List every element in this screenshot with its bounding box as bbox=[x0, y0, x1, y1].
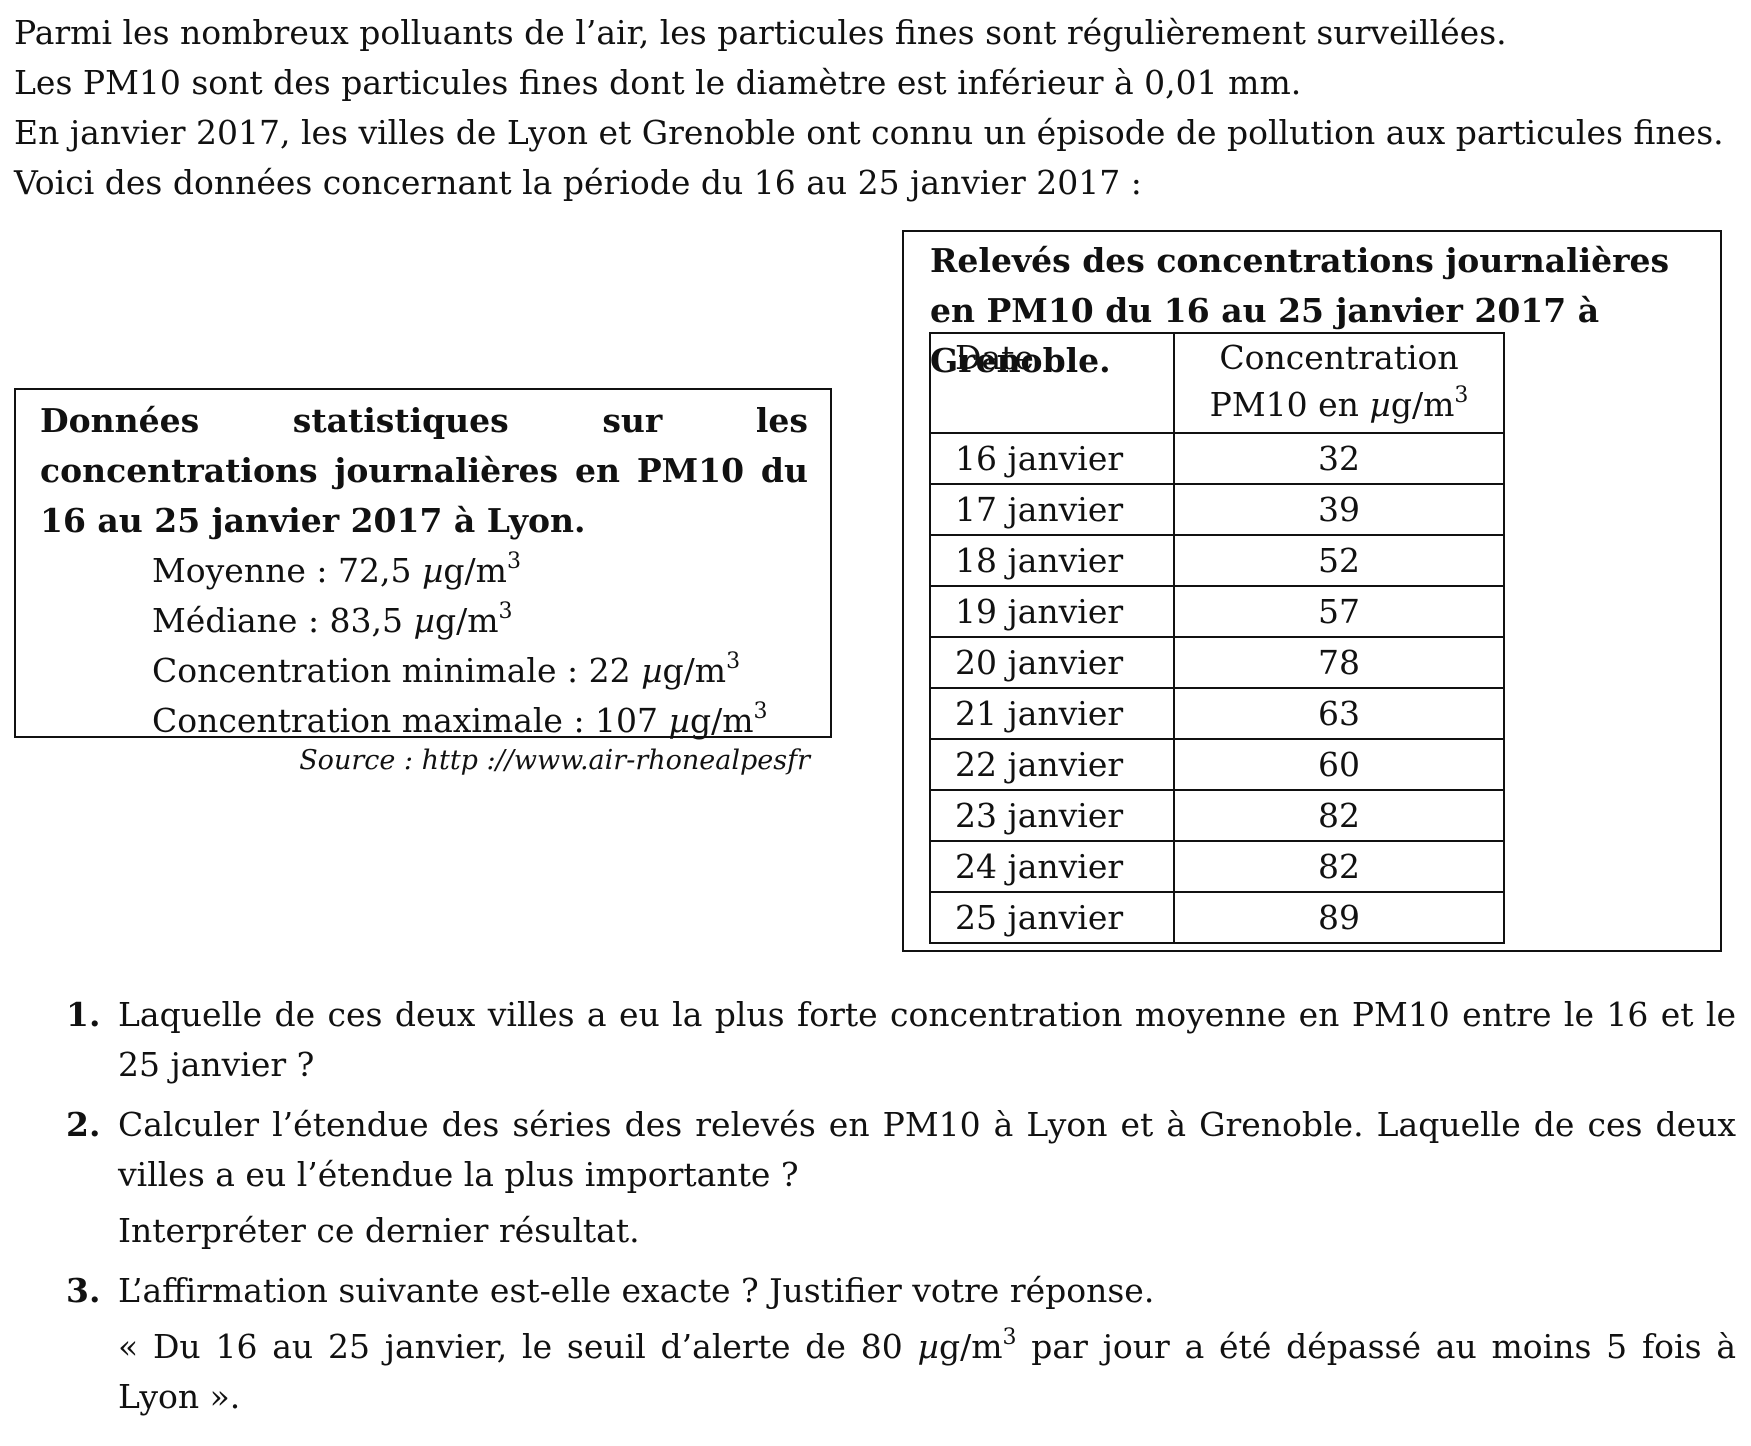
quote-text: « Du 16 au 25 janvier, le seuil d’alerte… bbox=[118, 1327, 918, 1366]
question-followup: Interpréter ce dernier résultat. bbox=[118, 1211, 640, 1250]
header-concentration: Concentration PM10 en µg/m3 bbox=[1173, 332, 1505, 434]
cell-value: 89 bbox=[1173, 891, 1505, 944]
table-row: 23 janvier 82 bbox=[929, 789, 1505, 842]
cell-date: 25 janvier bbox=[929, 891, 1175, 944]
intro-line: Voici des données concernant la période … bbox=[14, 163, 1142, 202]
header-conc-line1: Concentration bbox=[1219, 338, 1459, 377]
cell-date: 18 janvier bbox=[929, 534, 1175, 587]
questions-list: 1. Laquelle de ces deux villes a eu la p… bbox=[66, 990, 1736, 1432]
table-header-row: Date Concentration PM10 en µg/m3 bbox=[929, 332, 1505, 434]
grenoble-table: Date Concentration PM10 en µg/m3 16 janv… bbox=[929, 332, 1505, 944]
table-row: 24 janvier 82 bbox=[929, 840, 1505, 893]
lyon-stat-max: Concentration maximale : 107 µg/m3 bbox=[152, 696, 808, 746]
question-number: 3. bbox=[66, 1271, 101, 1310]
lyon-stats-list: Moyenne : 72,5 µg/m3 Médiane : 83,5 µg/m… bbox=[152, 546, 808, 746]
table-row: 22 janvier 60 bbox=[929, 738, 1505, 791]
cell-value: 82 bbox=[1173, 840, 1505, 893]
cell-date: 16 janvier bbox=[929, 432, 1175, 485]
stat-label: Concentration minimale : 22 bbox=[152, 651, 642, 690]
exponent: 3 bbox=[498, 599, 513, 624]
table-row: 17 janvier 39 bbox=[929, 483, 1505, 536]
unit: g/m bbox=[443, 551, 507, 590]
table-row: 21 janvier 63 bbox=[929, 687, 1505, 740]
question-3: 3. L’affirmation suivante est-elle exact… bbox=[66, 1266, 1736, 1422]
question-number: 2. bbox=[66, 1105, 101, 1144]
table-row: 25 janvier 89 bbox=[929, 891, 1505, 944]
mu-symbol: µ bbox=[917, 1327, 939, 1366]
exponent: 3 bbox=[753, 699, 768, 724]
mu-symbol: µ bbox=[413, 601, 435, 640]
header-date: Date bbox=[929, 332, 1175, 434]
cell-value: 78 bbox=[1173, 636, 1505, 689]
cell-value: 39 bbox=[1173, 483, 1505, 536]
table-row: 18 janvier 52 bbox=[929, 534, 1505, 587]
unit: g/m bbox=[434, 601, 499, 640]
question-quote: « Du 16 au 25 janvier, le seuil d’alerte… bbox=[118, 1322, 1736, 1422]
cell-value: 82 bbox=[1173, 789, 1505, 842]
stat-label: Médiane : 83,5 bbox=[152, 601, 414, 640]
exponent: 3 bbox=[506, 549, 521, 574]
header-conc-line2: PM10 en µg/m3 bbox=[1175, 381, 1503, 428]
stat-label: Concentration maximale : 107 bbox=[152, 701, 669, 740]
lyon-stat-min: Concentration minimale : 22 µg/m3 bbox=[152, 646, 808, 696]
cell-value: 63 bbox=[1173, 687, 1505, 740]
cell-date: 22 janvier bbox=[929, 738, 1175, 791]
table-row: 19 janvier 57 bbox=[929, 585, 1505, 638]
lyon-title: Données statistiques sur les concentrati… bbox=[40, 401, 808, 540]
grenoble-data-box: Relevés des concentrations journalières … bbox=[902, 230, 1722, 952]
mu-symbol: µ bbox=[421, 551, 444, 590]
question-number: 1. bbox=[66, 995, 101, 1034]
intro-line: Parmi les nombreux polluants de l’air, l… bbox=[14, 13, 1507, 52]
lyon-stats-box: Données statistiques sur les concentrati… bbox=[14, 388, 832, 740]
cell-date: 21 janvier bbox=[929, 687, 1175, 740]
source-citation: Source : http ://www.air-rhonealpesfr bbox=[299, 745, 810, 776]
unit: g/m bbox=[662, 651, 727, 690]
stat-label: Moyenne : 72,5 bbox=[152, 551, 422, 590]
mu-symbol: µ bbox=[1369, 385, 1391, 424]
exponent: 3 bbox=[1002, 1325, 1017, 1350]
question-text: Calculer l’étendue des séries des relevé… bbox=[118, 1105, 1736, 1194]
question-text: L’affirmation suivante est-elle exacte ?… bbox=[118, 1271, 1155, 1310]
exponent: 3 bbox=[726, 649, 741, 674]
unit: g/m bbox=[938, 1327, 1003, 1366]
cell-date: 20 janvier bbox=[929, 636, 1175, 689]
lyon-stat-median: Médiane : 83,5 µg/m3 bbox=[152, 596, 808, 646]
cell-date: 23 janvier bbox=[929, 789, 1175, 842]
table-row: 20 janvier 78 bbox=[929, 636, 1505, 689]
exponent: 3 bbox=[1454, 383, 1469, 408]
intro-line: Les PM10 sont des particules fines dont … bbox=[14, 63, 1302, 102]
intro-line: En janvier 2017, les villes de Lyon et G… bbox=[14, 113, 1724, 152]
unit: g/m bbox=[689, 701, 754, 740]
header-conc-text: PM10 en bbox=[1209, 385, 1370, 424]
cell-value: 32 bbox=[1173, 432, 1505, 485]
question-1: 1. Laquelle de ces deux villes a eu la p… bbox=[66, 990, 1736, 1090]
table-row: 16 janvier 32 bbox=[929, 432, 1505, 485]
mu-symbol: µ bbox=[668, 701, 690, 740]
cell-date: 24 janvier bbox=[929, 840, 1175, 893]
intro-paragraph: Parmi les nombreux polluants de l’air, l… bbox=[14, 8, 1744, 208]
question-text: Laquelle de ces deux villes a eu la plus… bbox=[118, 995, 1736, 1084]
cell-value: 60 bbox=[1173, 738, 1505, 791]
cell-value: 52 bbox=[1173, 534, 1505, 587]
lyon-stat-mean: Moyenne : 72,5 µg/m3 bbox=[152, 546, 808, 596]
cell-date: 19 janvier bbox=[929, 585, 1175, 638]
cell-value: 57 bbox=[1173, 585, 1505, 638]
unit: g/m bbox=[1390, 385, 1455, 424]
question-2: 2. Calculer l’étendue des séries des rel… bbox=[66, 1100, 1736, 1256]
mu-symbol: µ bbox=[641, 651, 663, 690]
cell-date: 17 janvier bbox=[929, 483, 1175, 536]
